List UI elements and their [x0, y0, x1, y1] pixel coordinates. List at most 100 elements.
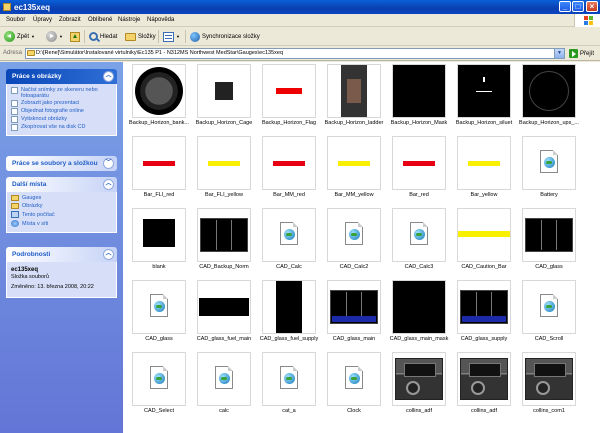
file-name[interactable]: Backup_Horizon_ups_...: [511, 120, 587, 126]
file-thumbnail[interactable]: [197, 280, 251, 334]
file-thumbnail[interactable]: [132, 352, 186, 406]
file-item[interactable]: CAD_Backup_Norm: [192, 208, 256, 276]
place-my-computer[interactable]: Tento počítač: [11, 211, 112, 218]
forward-button[interactable]: ▼: [46, 30, 63, 43]
close-button[interactable]: ×: [586, 1, 598, 12]
details-header[interactable]: Podrobnosti ︿: [6, 247, 117, 262]
file-thumbnail[interactable]: [132, 208, 186, 262]
file-item[interactable]: blank: [127, 208, 191, 276]
file-name[interactable]: Battery: [511, 192, 587, 198]
maximize-button[interactable]: □: [572, 1, 584, 12]
file-thumbnail[interactable]: [522, 352, 576, 406]
file-item[interactable]: CAD_glass_fuel_supply: [257, 280, 321, 348]
file-item[interactable]: Bar_yellow: [452, 136, 516, 204]
file-item[interactable]: CAD_glass: [517, 208, 581, 276]
dropdown-arrow-icon[interactable]: ▼: [31, 34, 35, 39]
file-item[interactable]: CAD_glass_main_mask: [387, 280, 451, 348]
file-thumbnail[interactable]: [392, 136, 446, 190]
file-item[interactable]: CAD_glass: [127, 280, 191, 348]
file-item[interactable]: Bar_MM_yellow: [322, 136, 386, 204]
menu-help[interactable]: Nápověda: [147, 17, 174, 23]
file-thumbnail[interactable]: [392, 352, 446, 406]
file-name[interactable]: CAD_glass: [511, 264, 587, 270]
file-item[interactable]: Bar_FLI_red: [127, 136, 191, 204]
chevron-down-icon[interactable]: ﹀: [103, 158, 114, 169]
file-thumbnail[interactable]: [197, 64, 251, 118]
picture-tasks-header[interactable]: Práce s obrázky ︿: [6, 69, 117, 84]
dropdown-arrow-icon[interactable]: ▼: [176, 34, 180, 39]
file-item[interactable]: collins_com1: [517, 352, 581, 420]
file-thumbnail[interactable]: [457, 208, 511, 262]
folders-button[interactable]: Složky: [125, 30, 156, 43]
place-pictures[interactable]: Obrázky: [11, 203, 112, 209]
file-item[interactable]: CAD_Select: [127, 352, 191, 420]
task-scan-photos[interactable]: Načíst snímky ze skeneru nebo fotoaparát…: [11, 87, 112, 99]
file-thumbnail[interactable]: [392, 208, 446, 262]
file-thumbnail[interactable]: [262, 280, 316, 334]
file-item[interactable]: Backup_Horizon_Cage: [192, 64, 256, 132]
file-item[interactable]: CAD_glass_fuel_main: [192, 280, 256, 348]
address-dropdown-button[interactable]: ▼: [554, 48, 565, 59]
file-thumbnail[interactable]: [132, 64, 186, 118]
task-copy-to-cd[interactable]: Zkopírovat vše na disk CD: [11, 124, 112, 131]
dropdown-arrow-icon[interactable]: ▼: [59, 34, 63, 39]
file-item[interactable]: Backup_Horizon_Flag: [257, 64, 321, 132]
file-thumbnail[interactable]: [327, 64, 381, 118]
file-thumbnail[interactable]: [197, 136, 251, 190]
file-thumbnail[interactable]: [132, 280, 186, 334]
file-item[interactable]: CAD_Caution_Bar: [452, 208, 516, 276]
file-item[interactable]: collins_adf: [387, 352, 451, 420]
other-places-header[interactable]: Další místa ︿: [6, 177, 117, 192]
file-item[interactable]: calc: [192, 352, 256, 420]
file-thumbnail[interactable]: [327, 352, 381, 406]
file-item[interactable]: Backup_Horizon_Mask: [387, 64, 451, 132]
file-item[interactable]: CAD_Calc3: [387, 208, 451, 276]
file-thumbnail[interactable]: [457, 280, 511, 334]
file-item[interactable]: Battery: [517, 136, 581, 204]
file-thumbnail[interactable]: [262, 352, 316, 406]
file-item[interactable]: Clock: [322, 352, 386, 420]
file-thumbnail[interactable]: [132, 136, 186, 190]
file-item[interactable]: Backup_Horizon_siluet: [452, 64, 516, 132]
views-button[interactable]: ▼: [163, 30, 180, 43]
file-thumbnail[interactable]: [392, 64, 446, 118]
menu-file[interactable]: Soubor: [6, 17, 25, 23]
file-thumbnail[interactable]: [327, 208, 381, 262]
file-thumbnail[interactable]: [522, 136, 576, 190]
file-item[interactable]: Bar_MM_red: [257, 136, 321, 204]
file-item[interactable]: Bar_FLI_yellow: [192, 136, 256, 204]
file-item[interactable]: CAD_Calc2: [322, 208, 386, 276]
menu-tools[interactable]: Nástroje: [118, 17, 140, 23]
file-thumbnail[interactable]: [457, 352, 511, 406]
file-thumbnail[interactable]: [522, 64, 576, 118]
up-button[interactable]: [70, 30, 80, 43]
file-item[interactable]: collins_adf: [452, 352, 516, 420]
task-slideshow[interactable]: Zobrazit jako prezentaci: [11, 100, 112, 107]
place-network[interactable]: Místa v síti: [11, 220, 112, 227]
file-item[interactable]: CAD_glass_main: [322, 280, 386, 348]
back-button[interactable]: Zpět ▼: [4, 30, 35, 43]
file-item[interactable]: Bar_red: [387, 136, 451, 204]
task-order-prints[interactable]: Objednat fotografie online: [11, 108, 112, 115]
file-item[interactable]: Backup_Horizon_ups_...: [517, 64, 581, 132]
file-thumbnail[interactable]: [457, 136, 511, 190]
place-gauges[interactable]: Gauges: [11, 195, 112, 201]
minimize-button[interactable]: _: [559, 1, 571, 12]
file-item[interactable]: CAD_glass_supply: [452, 280, 516, 348]
file-thumbnail[interactable]: [262, 64, 316, 118]
search-button[interactable]: Hledat: [89, 30, 117, 43]
file-thumbnail[interactable]: [197, 208, 251, 262]
file-thumbnail[interactable]: [262, 208, 316, 262]
menu-edit[interactable]: Úpravy: [33, 17, 52, 23]
file-thumbnail[interactable]: [457, 64, 511, 118]
file-thumbnail[interactable]: [392, 280, 446, 334]
file-item[interactable]: Backup_Horizon_ladder: [322, 64, 386, 132]
go-button[interactable]: Přejít: [569, 49, 594, 58]
file-item[interactable]: CAD_Scroll: [517, 280, 581, 348]
task-print-pictures[interactable]: Vytisknout obrázky: [11, 116, 112, 123]
chevron-up-icon[interactable]: ︿: [103, 249, 114, 260]
chevron-up-icon[interactable]: ︿: [103, 71, 114, 82]
menu-favorites[interactable]: Oblíbené: [88, 17, 112, 23]
address-input[interactable]: D:\[Rene]\Simulátor\Instalované virtulni…: [25, 48, 565, 59]
file-thumbnail[interactable]: [522, 280, 576, 334]
